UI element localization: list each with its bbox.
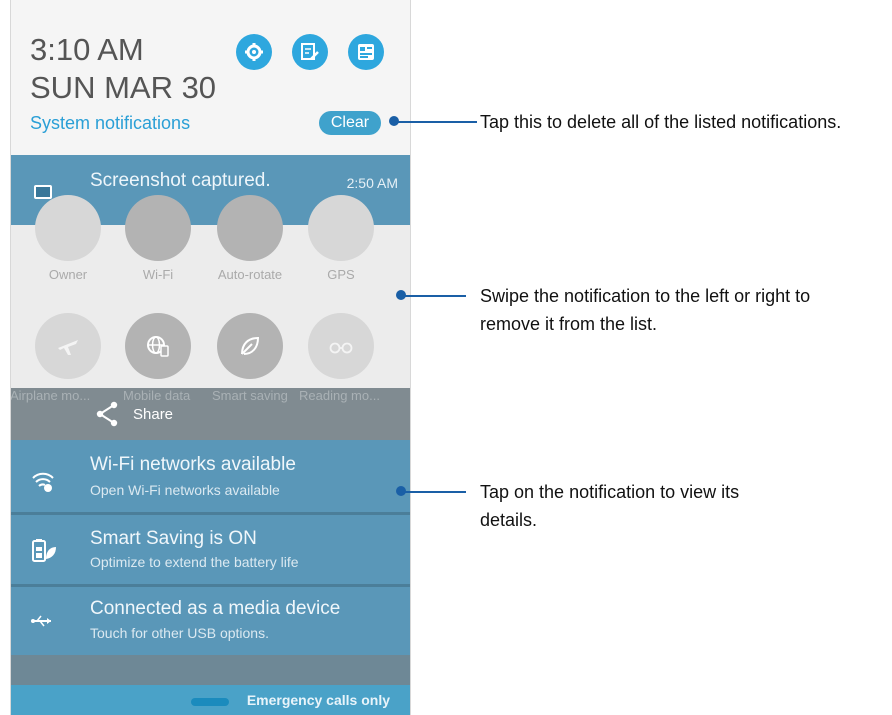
- share-label: Share: [133, 406, 174, 423]
- notification-time: 2:50 AM: [346, 175, 398, 191]
- notification-title: Smart Saving is ON: [90, 528, 257, 549]
- wifi-tile[interactable]: [125, 195, 191, 261]
- status-bar: Emergency calls only: [11, 685, 410, 715]
- mobile-data-tile[interactable]: [125, 313, 191, 379]
- clock-time: 3:10 AM: [30, 32, 144, 67]
- quick-settings: Owner Wi-Fi Auto-rotate GPS: [11, 195, 410, 388]
- emergency-status: Emergency calls only: [246, 692, 390, 708]
- usb-notification[interactable]: Connected as a media device Touch for ot…: [11, 587, 410, 655]
- tile-label-airplane: Airplane mo...: [10, 388, 91, 403]
- tile-label-mobile-data: Mobile data: [123, 388, 191, 403]
- clock-date: SUN MAR 30: [30, 70, 217, 105]
- glasses-icon: [329, 342, 353, 354]
- callout-line-swipe: [404, 295, 466, 297]
- notification-title: Connected as a media device: [90, 598, 341, 619]
- reading-mode-tile[interactable]: [308, 313, 374, 379]
- owner-tile[interactable]: [35, 195, 101, 261]
- panel-gap: [11, 655, 410, 685]
- airplane-icon: [58, 340, 78, 355]
- smart-saving-notification[interactable]: Smart Saving is ON Optimize to extend th…: [11, 515, 410, 584]
- tile-label-auto-rotate: Auto-rotate: [217, 267, 283, 282]
- system-notifications-label: System notifications: [30, 113, 191, 133]
- edit-button[interactable]: [292, 34, 328, 70]
- wifi-icon: [32, 472, 54, 492]
- gps-tile[interactable]: [308, 195, 374, 261]
- profile-button[interactable]: [348, 34, 384, 70]
- notification-title: Wi-Fi networks available: [90, 454, 296, 475]
- edit-icon: [301, 43, 319, 60]
- callout-tap: Tap on the notification to view its deta…: [480, 482, 740, 530]
- image-icon: [34, 185, 52, 199]
- callout-line-tap: [404, 491, 466, 493]
- airplane-tile[interactable]: [35, 313, 101, 379]
- tile-label-smart-saving: Smart saving: [212, 388, 288, 403]
- callout-swipe: Swipe the notification to the left or ri…: [480, 286, 811, 334]
- notification-panel: 3:10 AM SUN MAR 30 System notifications …: [10, 0, 411, 715]
- battery-leaf-icon: [32, 539, 56, 562]
- tile-label-reading-mode: Reading mo...: [299, 388, 380, 403]
- drag-handle[interactable]: [191, 698, 229, 706]
- wifi-notification[interactable]: Wi-Fi networks available Open Wi-Fi netw…: [11, 440, 410, 512]
- tile-label-owner: Owner: [48, 267, 88, 282]
- usb-icon: [31, 615, 51, 627]
- settings-button[interactable]: [236, 34, 272, 70]
- callout-line-clear: [397, 121, 477, 123]
- leaf-icon: [241, 336, 260, 355]
- clear-button[interactable]: Clear: [319, 111, 381, 135]
- notification-subtitle: Optimize to extend the battery life: [90, 554, 299, 570]
- share-bar[interactable]: Airplane mo... Mobile data Smart saving …: [11, 388, 410, 440]
- notification-subtitle: Touch for other USB options.: [90, 625, 269, 641]
- notification-subtitle: Open Wi-Fi networks available: [90, 482, 280, 498]
- settings-icon: [245, 43, 263, 61]
- share-icon: [96, 401, 118, 427]
- notification-title: Screenshot captured.: [90, 170, 271, 191]
- auto-rotate-tile[interactable]: [217, 195, 283, 261]
- tile-label-wifi: Wi-Fi: [142, 267, 174, 282]
- globe-icon: [147, 336, 169, 357]
- tile-label-gps: GPS: [327, 267, 355, 282]
- callout-clear: Tap this to delete all of the listed not…: [480, 112, 842, 132]
- profile-icon: [358, 44, 374, 60]
- smart-saving-tile[interactable]: [217, 313, 283, 379]
